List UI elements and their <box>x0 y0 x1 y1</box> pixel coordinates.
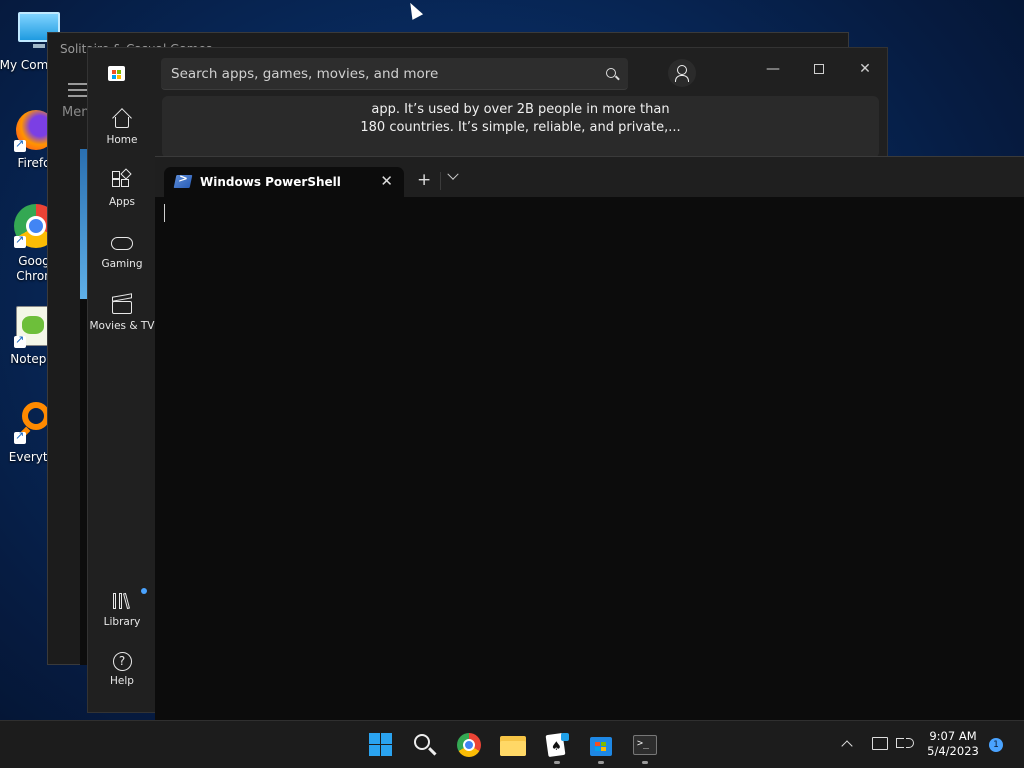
nav-item-label: Library <box>103 616 141 628</box>
shortcut-arrow-icon <box>14 333 26 348</box>
powershell-terminal-window[interactable]: Windows PowerShell ✕ + <box>155 156 1024 720</box>
text-cursor <box>164 204 165 222</box>
nav-item-label: Help <box>110 675 134 687</box>
nav-item-home[interactable]: Home <box>88 108 156 146</box>
start-icon[interactable] <box>367 731 395 759</box>
network-icon[interactable] <box>872 737 888 750</box>
nav-item-label: Home <box>106 134 138 146</box>
store-card-text-line1: app. It’s used by over 2B people in more… <box>371 102 670 117</box>
tab-separator <box>440 172 441 190</box>
file-explorer-icon[interactable] <box>499 731 527 759</box>
mouse-pointer-icon <box>404 0 424 20</box>
store-featured-card[interactable]: app. It’s used by over 2B people in more… <box>162 96 879 158</box>
library-icon <box>111 590 133 612</box>
tab-windows-powershell[interactable]: Windows PowerShell ✕ <box>164 167 404 198</box>
powershell-icon <box>173 175 193 188</box>
close-button[interactable]: ✕ <box>842 54 888 84</box>
system-clock[interactable]: 9:07 AM 5/4/2023 <box>922 729 984 759</box>
search-icon[interactable] <box>606 68 616 78</box>
home-icon <box>111 108 133 130</box>
chevron-up-icon[interactable] <box>841 740 853 752</box>
running-indicator <box>642 761 648 764</box>
store-nav-rail: Home Apps Gaming Movies & TV Library ? H… <box>88 98 156 712</box>
maximize-icon <box>814 64 824 74</box>
tab-close-icon[interactable]: ✕ <box>380 172 393 190</box>
volume-icon[interactable] <box>896 738 904 748</box>
nav-item-label: Movies & TV <box>89 320 155 332</box>
nav-item-help[interactable]: ? Help <box>88 652 156 687</box>
solitaire-icon[interactable]: ♠ <box>543 731 571 759</box>
clock-date: 5/4/2023 <box>927 744 979 758</box>
store-search-box[interactable] <box>161 58 628 90</box>
notification-badge[interactable]: 1 <box>989 738 1003 752</box>
chrome-icon[interactable] <box>455 731 483 759</box>
clock-time: 9:07 AM <box>929 729 977 743</box>
store-search-input[interactable] <box>171 64 591 84</box>
new-tab-button[interactable]: + <box>417 170 431 190</box>
nav-item-gaming[interactable]: Gaming <box>88 232 156 270</box>
shortcut-arrow-icon <box>14 233 26 248</box>
store-logo-icon <box>108 66 125 81</box>
chevron-down-icon[interactable] <box>447 168 459 180</box>
terminal-icon[interactable]: >_ <box>631 731 659 759</box>
solitaire-menu-label: Men <box>62 105 90 120</box>
taskbar: ♠ >_ 9:07 AM 5/4/2023 1 <box>0 720 1024 768</box>
minimize-button[interactable]: — <box>750 54 796 84</box>
search-icon[interactable] <box>411 731 439 759</box>
help-icon: ? <box>112 652 132 671</box>
tab-title: Windows PowerShell <box>200 175 341 189</box>
store-icon[interactable] <box>587 731 615 759</box>
account-icon[interactable] <box>668 59 696 87</box>
movies-icon <box>111 293 133 316</box>
store-card-text-line2: 180 countries. It’s simple, reliable, an… <box>360 120 681 135</box>
nav-item-movies-tv[interactable]: Movies & TV <box>88 293 156 332</box>
nav-item-label: Apps <box>109 196 135 208</box>
nav-item-apps[interactable]: Apps <box>88 168 156 208</box>
running-indicator <box>598 761 604 764</box>
maximize-button[interactable] <box>796 54 842 84</box>
terminal-tab-bar: Windows PowerShell ✕ + <box>155 156 1024 198</box>
apps-icon <box>111 168 133 192</box>
running-indicator <box>554 761 560 764</box>
gamepad-icon <box>111 232 133 254</box>
nav-item-label: Gaming <box>101 258 143 270</box>
shortcut-arrow-icon <box>14 429 26 444</box>
library-update-badge <box>141 588 147 594</box>
nav-item-library[interactable]: Library <box>88 588 156 628</box>
shortcut-arrow-icon <box>14 137 26 152</box>
